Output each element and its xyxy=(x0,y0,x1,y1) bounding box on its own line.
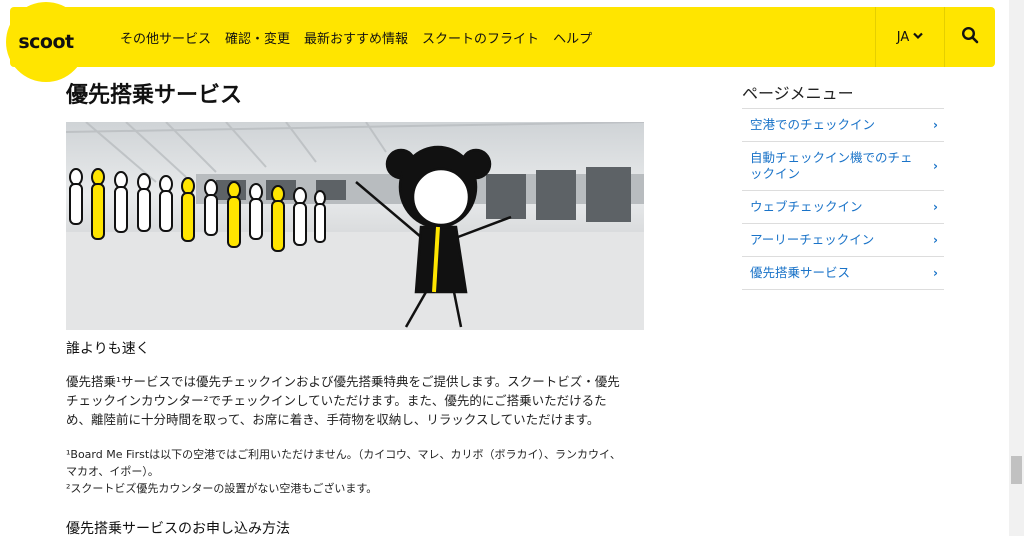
chevron-right-icon: › xyxy=(933,200,938,214)
site-header: その他サービス 確認・変更 最新おすすめ情報 スクートのフライト ヘルプ JA xyxy=(10,7,995,67)
scrollbar-thumb[interactable] xyxy=(1011,456,1022,484)
chevron-right-icon: › xyxy=(933,233,938,247)
section-subhead: 誰よりも速く xyxy=(66,341,150,357)
logo-text: scoot xyxy=(18,31,74,53)
sidebar-item-web-checkin[interactable]: ウェブチェックイン › xyxy=(742,191,944,224)
language-label: JA xyxy=(896,29,910,45)
hero-image xyxy=(66,122,644,330)
nav-deals[interactable]: 最新おすすめ情報 xyxy=(304,28,408,47)
sidebar-item-priority-boarding[interactable]: 優先搭乗サービス › xyxy=(742,257,944,290)
chevron-right-icon: › xyxy=(933,159,938,173)
sidebar-item-kiosk-checkin[interactable]: 自動チェックイン機でのチェックイン › xyxy=(742,142,944,191)
sidebar-item-airport-checkin[interactable]: 空港でのチェックイン › xyxy=(742,109,944,142)
language-selector[interactable]: JA xyxy=(875,7,945,67)
search-button[interactable] xyxy=(945,7,995,67)
sidebar-title: ページメニュー xyxy=(742,84,854,103)
page-title: 優先搭乗サービス xyxy=(66,83,243,108)
footnotes: ¹Board Me Firstは以下の空港ではご利用いただけません。（カイコウ、… xyxy=(66,448,621,495)
scoot-logo[interactable]: scoot xyxy=(6,2,86,82)
sidebar-menu: 空港でのチェックイン › 自動チェックイン機でのチェックイン › ウェブチェック… xyxy=(742,108,944,290)
nav-manage-booking[interactable]: 確認・変更 xyxy=(225,28,290,47)
sidebar-item-early-checkin[interactable]: アーリーチェックイン › xyxy=(742,224,944,257)
search-icon xyxy=(961,26,979,48)
main-nav: その他サービス 確認・変更 最新おすすめ情報 スクートのフライト ヘルプ xyxy=(120,7,606,67)
chevron-right-icon: › xyxy=(933,266,938,280)
intro-paragraph: 優先搭乗¹サービスでは優先チェックインおよび優先搭乗特典をご提供します。スクート… xyxy=(66,374,620,427)
chevron-right-icon: › xyxy=(933,118,938,132)
nav-help[interactable]: ヘルプ xyxy=(553,28,592,47)
chevron-down-icon xyxy=(913,32,924,43)
page-scrollbar[interactable] xyxy=(1009,0,1024,536)
section-title-how-to-apply: 優先搭乗サービスのお申し込み方法 xyxy=(66,521,290,536)
nav-other-services[interactable]: その他サービス xyxy=(120,28,211,47)
nav-scoot-flights[interactable]: スクートのフライト xyxy=(422,28,539,47)
